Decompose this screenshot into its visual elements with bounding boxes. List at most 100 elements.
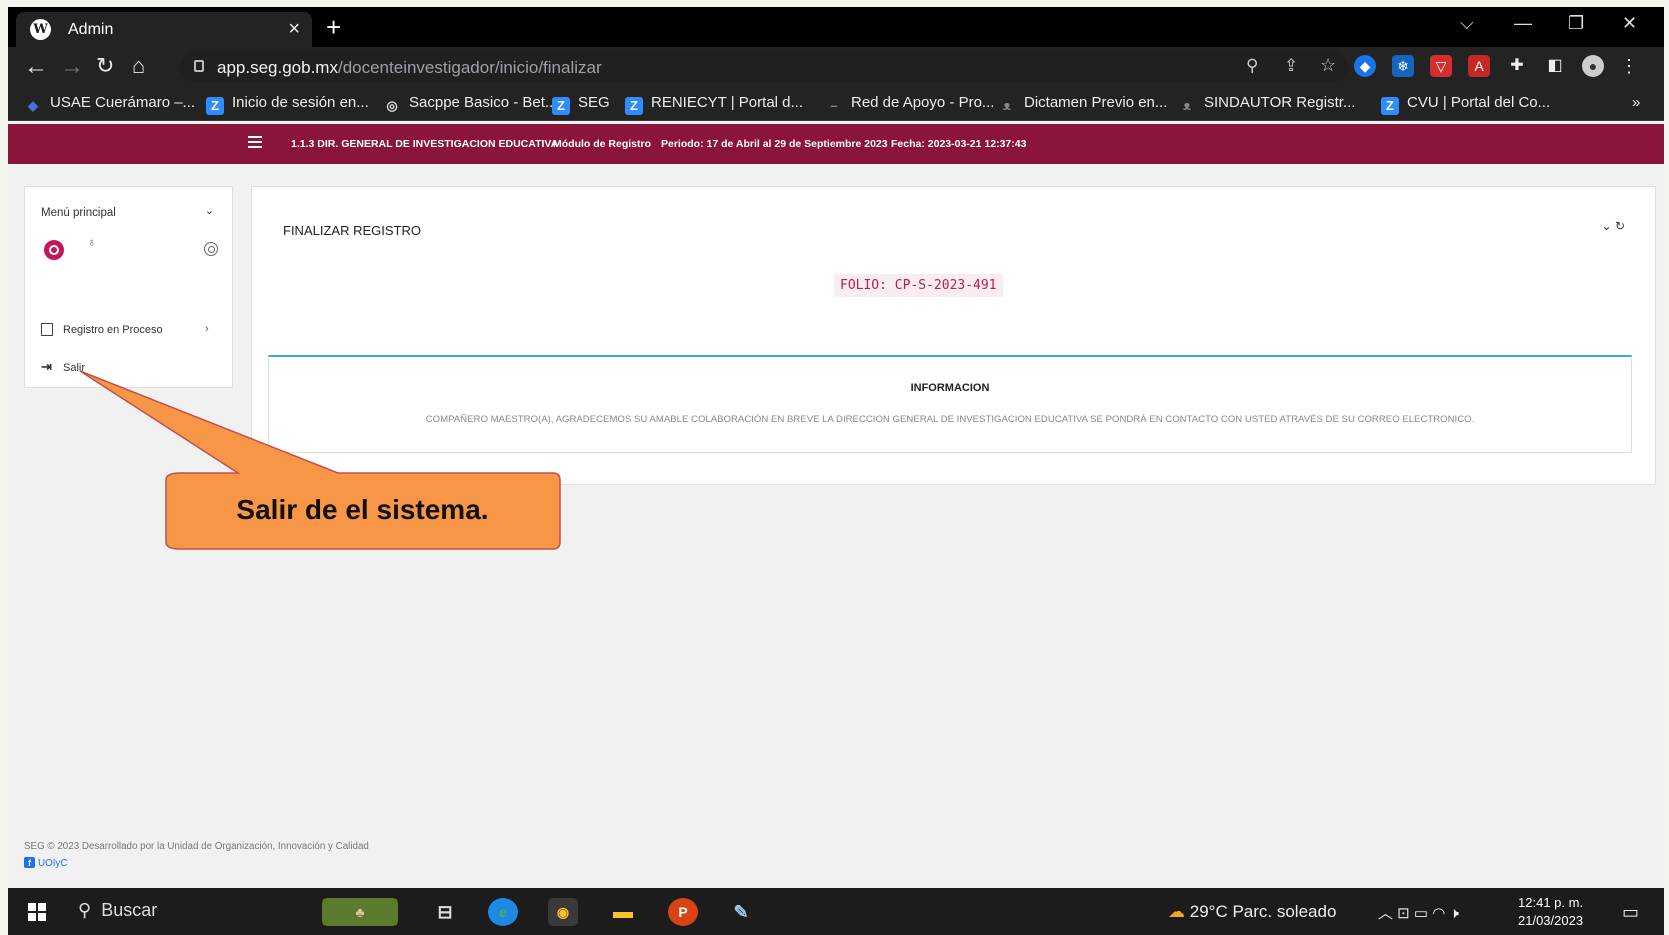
browser-window: W Admin × + ⌵ — ❐ ✕ ← → ↻ ⌂ app.seg.gob.… bbox=[8, 7, 1664, 935]
bookmark-label: USAE Cuerámaro –... bbox=[50, 94, 196, 111]
taskbar-search[interactable]: ⚲ Buscar bbox=[78, 900, 157, 921]
extensions-puzzle-icon[interactable]: ✚ bbox=[1506, 55, 1528, 77]
system-tray-icons[interactable]: ︿ ⊡ ▭ ◠ 🕨 bbox=[1378, 902, 1459, 923]
footer-text: SEG © 2023 Desarrollado por la Unidad de… bbox=[24, 841, 369, 852]
menu-kebab-icon[interactable]: ⋮ bbox=[1618, 55, 1640, 77]
info-box: INFORMACION COMPAÑERO MAESTRO(A), AGRADE… bbox=[268, 355, 1632, 453]
pdf-extension-icon[interactable]: A bbox=[1468, 55, 1490, 77]
bookmark-label: Red de Apoyo - Pro... bbox=[851, 94, 995, 111]
reload-icon[interactable]: ↻ bbox=[96, 53, 114, 79]
file-explorer-icon[interactable]: ▬ bbox=[608, 898, 638, 926]
main-card: FINALIZAR REGISTRO ⌄ ↻ FOLIO: CP-S-2023-… bbox=[251, 186, 1656, 485]
url-text: app.seg.gob.mx/docenteinvestigador/inici… bbox=[217, 58, 602, 77]
usae-icon: ◆ bbox=[28, 98, 38, 113]
bookmark-label: CVU | Portal del Co... bbox=[1407, 94, 1551, 111]
tab-bar: W Admin × + ⌵ — ❐ ✕ bbox=[8, 7, 1664, 47]
sidebar-item-label: Salir bbox=[63, 362, 86, 374]
sidebar-heading: Menú principal bbox=[41, 207, 116, 219]
refresh-icon[interactable]: ↻ bbox=[1615, 219, 1625, 233]
chrome-icon[interactable]: ◉ bbox=[548, 898, 578, 926]
notifications-icon[interactable]: ▭ bbox=[1622, 902, 1639, 923]
edge-icon[interactable]: e bbox=[488, 898, 518, 926]
bookmark-label: Sacppe Basico - Bet... bbox=[409, 94, 558, 111]
tree-widget-icon[interactable]: ♣ bbox=[322, 898, 398, 926]
zoom-z-icon: Z bbox=[206, 97, 224, 115]
forward-icon[interactable]: → bbox=[60, 53, 84, 81]
clock-date: 21/03/2023 bbox=[1518, 913, 1584, 928]
tab-admin[interactable]: W Admin × bbox=[16, 12, 312, 47]
info-heading: INFORMACION bbox=[910, 382, 990, 394]
bookmark-item[interactable]: ◎ Sacppe Basico - Bet... bbox=[383, 94, 557, 115]
document-icon bbox=[41, 323, 53, 336]
bookmark-item[interactable]: – Red de Apoyo - Pro... bbox=[825, 94, 994, 115]
bookmark-item[interactable]: Z CVU | Portal del Co... bbox=[1381, 94, 1550, 115]
tab-close-button[interactable]: × bbox=[288, 18, 300, 41]
bookmark-label: RENIECYT | Portal d... bbox=[651, 94, 803, 111]
bookmarks-bar: ◆ USAE Cuerámaro –... Z Inicio de sesión en… bbox=[8, 87, 1664, 121]
side-panel-icon[interactable]: ◧ bbox=[1544, 55, 1566, 77]
profile-avatar-icon[interactable]: ● bbox=[1582, 55, 1604, 77]
bookmark-item[interactable]: ᴥ SINDAUTOR Registr... bbox=[1178, 94, 1355, 115]
powerpoint-icon[interactable]: P bbox=[668, 898, 698, 926]
sidebar-item-salir[interactable]: ⇥ Salir bbox=[41, 359, 85, 375]
eagle-icon: ᴥ bbox=[1003, 98, 1011, 113]
header-org: 1.1.3 DIR. GENERAL DE INVESTIGACION EDUC… bbox=[291, 138, 559, 150]
bookmark-item[interactable]: Z Inicio de sesión en... bbox=[206, 94, 369, 115]
tab-search-icon[interactable]: ⌵ bbox=[1460, 13, 1474, 34]
header-module: Módulo de Registro bbox=[553, 138, 651, 150]
wordpress-icon: W bbox=[30, 19, 51, 40]
info-text: COMPAÑERO MAESTRO(A), AGRADECEMOS SU AMA… bbox=[425, 414, 1475, 425]
callout-text: Salir de el sistema. bbox=[236, 494, 489, 525]
page-title: FINALIZAR REGISTRO bbox=[283, 223, 421, 238]
minimize-icon[interactable]: — bbox=[1514, 13, 1532, 34]
zoom-z-icon: Z bbox=[625, 97, 643, 115]
weather-icon: ☁ bbox=[1168, 902, 1185, 921]
bookmark-label: Dictamen Previo en... bbox=[1024, 94, 1168, 111]
folio-code: FOLIO: CP-S-2023-491 bbox=[834, 274, 1003, 297]
restore-icon[interactable]: ❐ bbox=[1568, 13, 1584, 34]
tab-title: Admin bbox=[68, 21, 114, 38]
lock-icon bbox=[194, 60, 204, 72]
hamburger-menu-icon[interactable] bbox=[248, 136, 262, 148]
footer-link[interactable]: f UOIyC bbox=[24, 857, 369, 869]
windows-start-icon[interactable] bbox=[28, 903, 46, 921]
clock[interactable]: 12:41 p. m. 21/03/2023 bbox=[1518, 894, 1583, 930]
zoom-z-icon: Z bbox=[1381, 97, 1399, 115]
header-period: Periodo: 17 de Abril al 29 de Septiembre… bbox=[661, 138, 888, 150]
zoom-icon[interactable]: ⚲ bbox=[1246, 56, 1258, 76]
home-icon[interactable]: ⌂ bbox=[132, 53, 145, 79]
facebook-icon: f bbox=[24, 857, 35, 868]
snowflake-extension-icon[interactable]: ❄ bbox=[1392, 55, 1414, 77]
app-header: 1.1.3 DIR. GENERAL DE INVESTIGACION EDUC… bbox=[8, 124, 1664, 164]
chevron-right-icon: › bbox=[205, 323, 209, 335]
bookmark-label: SINDAUTOR Registr... bbox=[1204, 94, 1356, 111]
bookmark-star-icon[interactable]: ☆ bbox=[1320, 55, 1336, 76]
gear-icon[interactable] bbox=[204, 242, 218, 256]
bookmark-item[interactable]: Z RENIECYT | Portal d... bbox=[625, 94, 803, 115]
window-close-icon[interactable]: ✕ bbox=[1622, 13, 1637, 34]
toolbar: ← → ↻ ⌂ app.seg.gob.mx/docenteinvestigad… bbox=[8, 47, 1664, 87]
location-pin-icon: ♁ bbox=[87, 235, 96, 249]
more-bookmarks-icon[interactable]: » bbox=[1632, 94, 1640, 111]
new-tab-button[interactable]: + bbox=[326, 12, 341, 43]
address-bar[interactable]: app.seg.gob.mx/docenteinvestigador/inici… bbox=[180, 52, 1348, 82]
header-date: Fecha: 2023-03-21 12:37:43 bbox=[891, 138, 1027, 150]
seg-logo-icon bbox=[44, 240, 64, 260]
back-icon[interactable]: ← bbox=[24, 53, 48, 81]
bookmark-label: SEG bbox=[578, 94, 610, 111]
globe-icon: ◎ bbox=[386, 98, 398, 113]
clock-time: 12:41 p. m. bbox=[1518, 895, 1584, 910]
bookmark-item[interactable]: Z SEG bbox=[552, 94, 610, 115]
pocket-extension-icon[interactable]: ▽ bbox=[1430, 55, 1452, 77]
chevron-down-icon[interactable]: ⌄ bbox=[205, 204, 214, 217]
share-icon[interactable]: ⇪ bbox=[1284, 56, 1298, 76]
bookmark-item[interactable]: ᴥ Dictamen Previo en... bbox=[998, 94, 1167, 115]
paint-icon[interactable]: ✎ bbox=[726, 898, 756, 926]
shield-extension-icon[interactable]: ◆ bbox=[1354, 55, 1376, 77]
taskbar: ⚲ Buscar ♣ ⊟ e ◉ ▬ P ✎ ☁ 29°C Parc. sole… bbox=[8, 888, 1664, 935]
collapse-icon[interactable]: ⌄ bbox=[1602, 219, 1612, 233]
sidebar-item-registro[interactable]: Registro en Proceso › bbox=[41, 323, 209, 336]
bookmark-item[interactable]: ◆ USAE Cuerámaro –... bbox=[24, 94, 195, 115]
weather-widget[interactable]: ☁ 29°C Parc. soleado bbox=[1168, 902, 1336, 922]
task-view-icon[interactable]: ⊟ bbox=[430, 898, 460, 926]
